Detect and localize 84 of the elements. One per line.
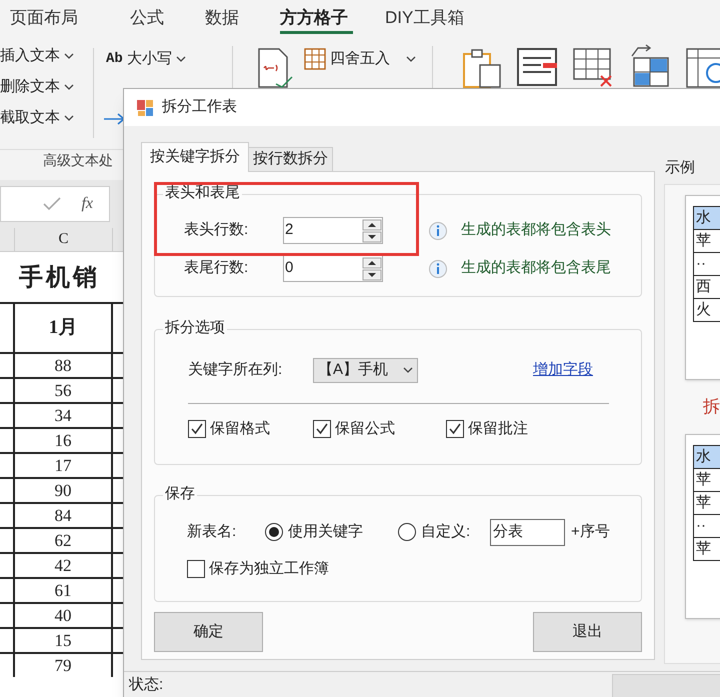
preview-cell: 苹 [693,468,720,491]
function-label[interactable]: fx [81,192,93,216]
checkbox-label: 保留格式 [210,419,270,439]
preview-cell: ·· [693,514,720,537]
chevron-icon [406,56,416,63]
checkbox[interactable] [313,420,331,438]
chevron-icon [403,366,413,374]
dialog-title: 拆分工作表 [162,97,237,118]
table-cell: 56 [15,379,113,402]
checkbox[interactable] [187,560,205,578]
check-icon[interactable] [43,197,62,211]
radio-button[interactable] [398,523,416,541]
chevron-icon [176,56,186,63]
suffix-label: +序号 [571,522,610,542]
table-cell: 42 [15,554,113,577]
table-cell: 88 [15,354,113,377]
ribbon-tab[interactable]: 公式 [130,0,205,36]
text-list-icon [517,48,559,86]
spinner-arrows-icon[interactable] [362,256,382,280]
hint-text: 生成的表都将包含表头 [461,220,611,240]
dialog-button[interactable]: 退出 [533,612,642,652]
example-title: 示例 [665,159,695,176]
ribbon-tab[interactable]: 方方格子 [280,0,385,36]
preview-cell: 苹 [693,229,720,252]
status-label: 状态: [129,675,164,695]
table-cell: 40 [15,604,113,627]
preview-cell: 苹 [693,537,720,560]
preview-cell: 苹 [693,491,720,514]
radio-button[interactable] [265,523,283,541]
grid-icon [304,48,326,70]
arrow-label: 拆 [703,396,720,418]
field-label: 关键字所在列: [188,360,284,380]
sheet-title: 手机销 [19,261,100,293]
table-cell: 34 [15,404,113,427]
dialog-button[interactable]: 确定 [154,612,263,652]
ribbon-command[interactable]: Ab 大小写 [106,48,186,70]
tab[interactable]: 按行数拆分 [249,147,333,171]
chevron-icon [64,84,74,91]
table-cell: 17 [15,454,113,477]
ribbon-command[interactable]: 四舍五入 [330,48,416,70]
ribbon-tab[interactable]: 页面布局 [10,0,130,36]
table-cell: 79 [15,654,113,677]
hint-text: 生成的表都将包含表尾 [461,258,611,278]
preview-cell: 西 [693,275,720,298]
column-header[interactable]: C [15,228,113,251]
table-cell: 90 [15,479,113,502]
table-cell: 1月 [15,304,113,352]
checkbox[interactable] [446,420,464,438]
checkbox[interactable] [188,420,206,438]
info-icon [429,222,447,240]
field-label: 新表名: [187,522,238,542]
table-cell: 61 [15,579,113,602]
preview-cell: ·· [693,252,720,275]
chevron-icon [64,115,74,122]
preview-cell: 火 [693,298,720,321]
ribbon-tab[interactable]: DIY工具箱 [385,0,495,36]
input-field[interactable]: 分表 [490,518,565,546]
ribbon-command[interactable]: 插入文本 [0,46,74,67]
number-spinner[interactable]: 0 [283,255,383,282]
checkbox-label: 保留公式 [335,419,395,439]
radio-label: 自定义: [421,522,470,542]
table-cell: 62 [15,529,113,552]
number-spinner[interactable]: 2 [283,217,383,244]
ribbon-command[interactable]: 删除文本 [0,77,74,98]
checkbox-label: 保存为独立工作簿 [209,559,329,579]
table-cell: 16 [15,429,113,452]
checkbox-label: 保留批注 [468,419,528,439]
app-icon [136,98,154,116]
chevron-icon [64,53,74,60]
preview-cell: 水 [693,445,720,468]
table-cell: 15 [15,629,113,652]
info-icon [429,260,447,278]
group-label: 高级文本处 [43,151,113,170]
table-cell: 84 [15,504,113,527]
field-label: 表尾行数: [184,258,250,278]
radio-label: 使用关键字 [288,522,363,542]
ribbon-command[interactable]: 截取文本 [0,108,74,129]
preview-cell: 水 [693,206,720,229]
spinner-arrows-icon[interactable] [362,218,382,242]
column-dropdown[interactable]: 【A】手机 [313,358,418,382]
ribbon-tab[interactable]: 数据 [205,0,280,36]
field-label: 表头行数: [184,220,250,240]
tab[interactable]: 按关键字拆分 [141,142,249,172]
add-field-link[interactable]: 增加字段 [533,358,593,382]
